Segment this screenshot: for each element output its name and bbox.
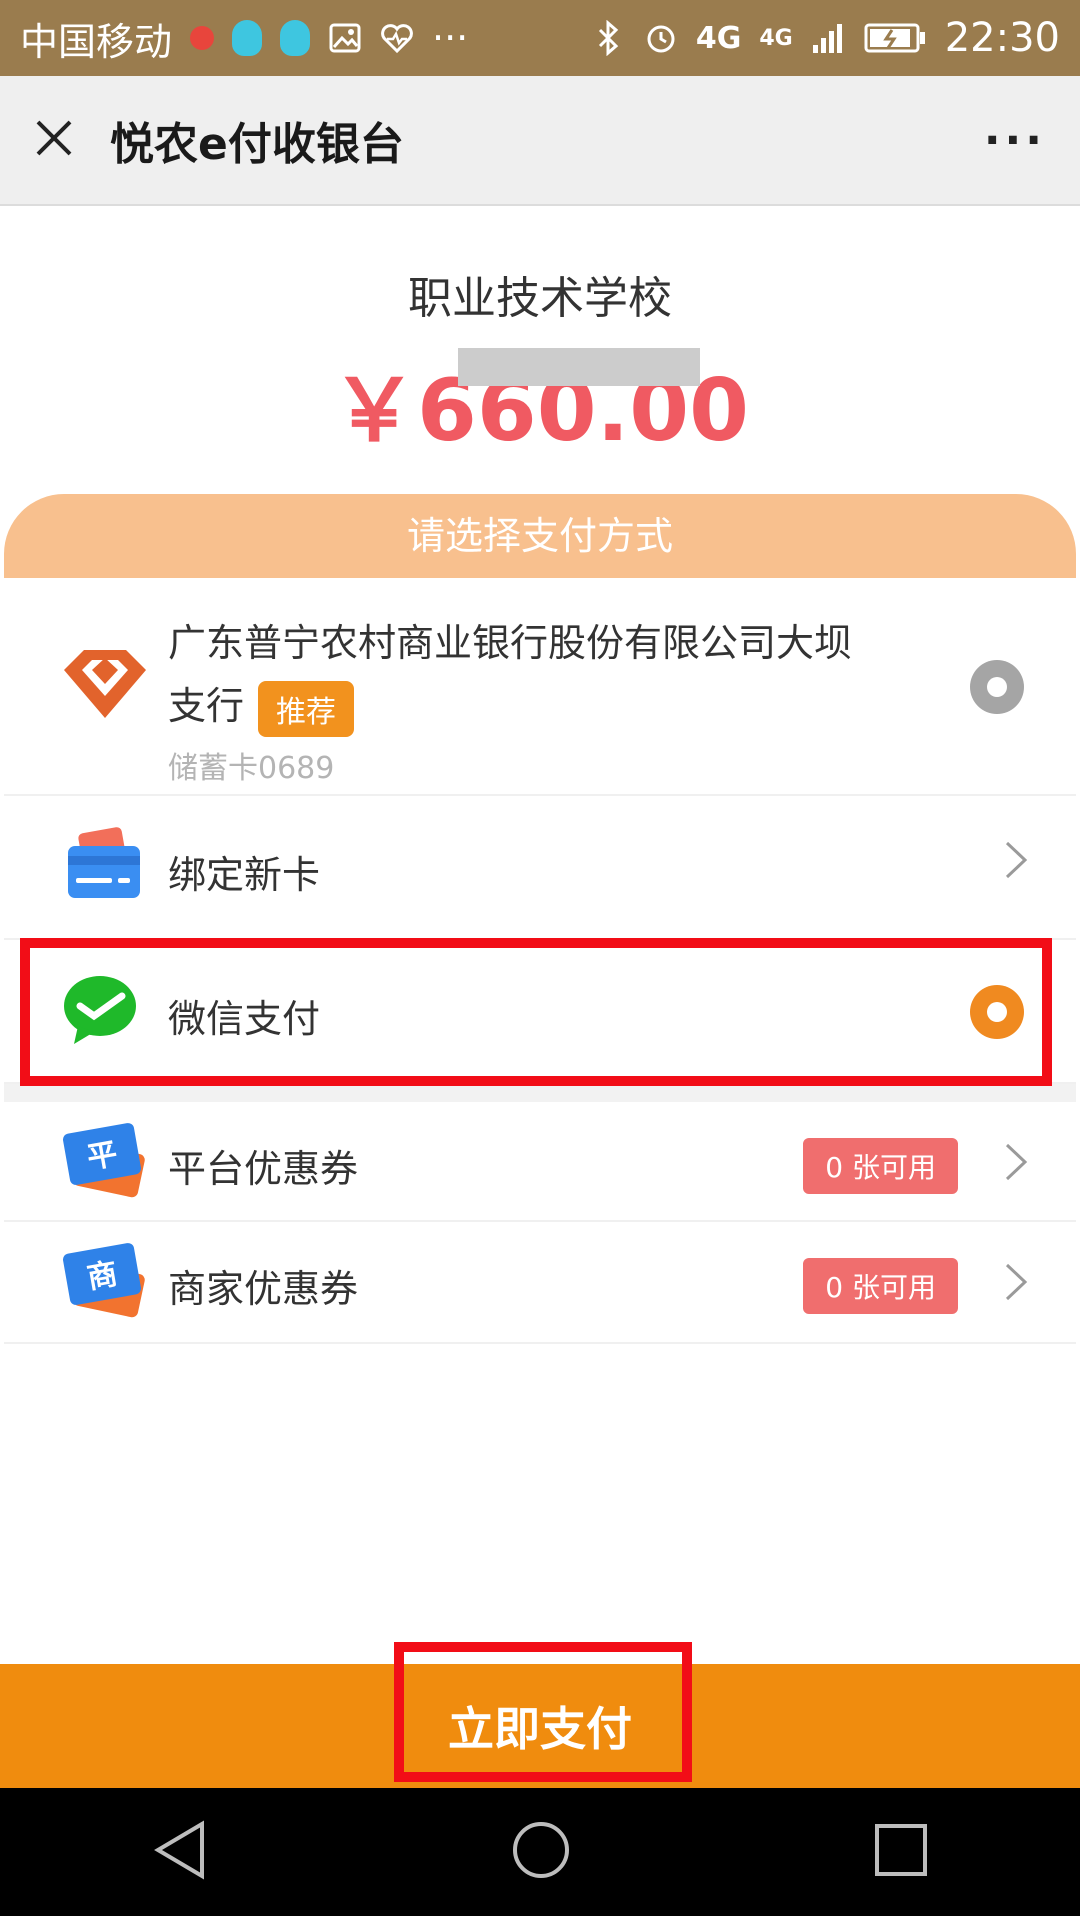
health-icon — [380, 21, 414, 55]
pay-button-highlight-box — [394, 1642, 692, 1782]
nav-bar: 悦农e付收银台 ··· — [0, 76, 1080, 206]
platform-coupon-count-badge: 0 张可用 — [803, 1138, 958, 1194]
notification-dot-icon — [190, 26, 215, 50]
merchant-coupon-row[interactable]: 商 商家优惠券 0 张可用 — [4, 1222, 1076, 1344]
chevron-right-icon — [1004, 1262, 1028, 1312]
page-title: 悦农e付收银台 — [110, 119, 404, 170]
merchant-coupon-count-badge: 0 张可用 — [803, 1258, 958, 1314]
close-icon[interactable] — [34, 118, 74, 162]
gallery-icon — [328, 21, 362, 55]
merchant-name: 职业技术学校 — [408, 273, 672, 324]
clock-time: 22:30 — [944, 15, 1060, 61]
platform-coupon-row[interactable]: 平 平台优惠券 0 张可用 — [4, 1102, 1076, 1222]
card-icon — [62, 826, 144, 910]
bank-name-line2: 支行 — [168, 684, 245, 728]
merchant-coupon-icon: 商 — [62, 1242, 148, 1322]
privacy-mask — [458, 348, 700, 386]
bank-name-line1: 广东普宁农村商业银行股份有限公司大坝 — [168, 621, 853, 665]
platform-coupon-icon: 平 — [62, 1122, 148, 1202]
alarm-icon — [644, 21, 678, 55]
platform-coupon-label: 平台优惠券 — [168, 1147, 359, 1191]
more-notifications-icon: ··· — [432, 16, 469, 60]
more-menu-icon[interactable]: ··· — [984, 115, 1046, 166]
payment-method-bank[interactable]: 广东普宁农村商业银行股份有限公司大坝 支行 推荐 储蓄卡0689 — [4, 578, 1076, 796]
battery-icon — [863, 21, 927, 55]
merchant-coupon-label: 商家优惠券 — [168, 1267, 359, 1311]
home-icon[interactable] — [511, 1820, 571, 1884]
network-type-label: 4G — [695, 20, 742, 56]
system-nav-bar — [0, 1788, 1080, 1916]
qq-icon-2 — [280, 20, 311, 56]
bank-info: 广东普宁农村商业银行股份有限公司大坝 支行 推荐 储蓄卡0689 — [168, 612, 852, 787]
section-divider — [4, 1084, 1076, 1102]
bluetooth-icon — [592, 20, 626, 56]
chevron-right-icon — [1004, 840, 1028, 890]
payment-method-new-card[interactable]: 绑定新卡 — [4, 796, 1076, 940]
network-type-label-2: 4G — [759, 25, 793, 51]
signal-icon — [811, 21, 845, 55]
qq-icon — [232, 20, 263, 56]
chevron-right-icon — [1004, 1142, 1028, 1192]
payment-method-header: 请选择支付方式 — [4, 494, 1076, 578]
card-number: 储蓄卡0689 — [168, 750, 335, 786]
bank-logo-icon — [62, 648, 148, 724]
bank-name-line2-wrap: 支行 推荐 — [168, 675, 852, 737]
recommend-badge: 推荐 — [258, 680, 355, 737]
new-card-label: 绑定新卡 — [168, 853, 321, 897]
status-bar: 中国移动 ··· 4G 4G 22:30 — [0, 0, 1080, 76]
svg-text:商: 商 — [85, 1257, 121, 1297]
back-icon[interactable] — [152, 1820, 208, 1884]
recents-icon[interactable] — [874, 1823, 928, 1881]
svg-text:平: 平 — [85, 1137, 121, 1177]
bank-radio[interactable] — [970, 660, 1024, 714]
carrier-label: 中国移动 — [20, 19, 173, 64]
wechat-highlight-box — [20, 938, 1052, 1086]
